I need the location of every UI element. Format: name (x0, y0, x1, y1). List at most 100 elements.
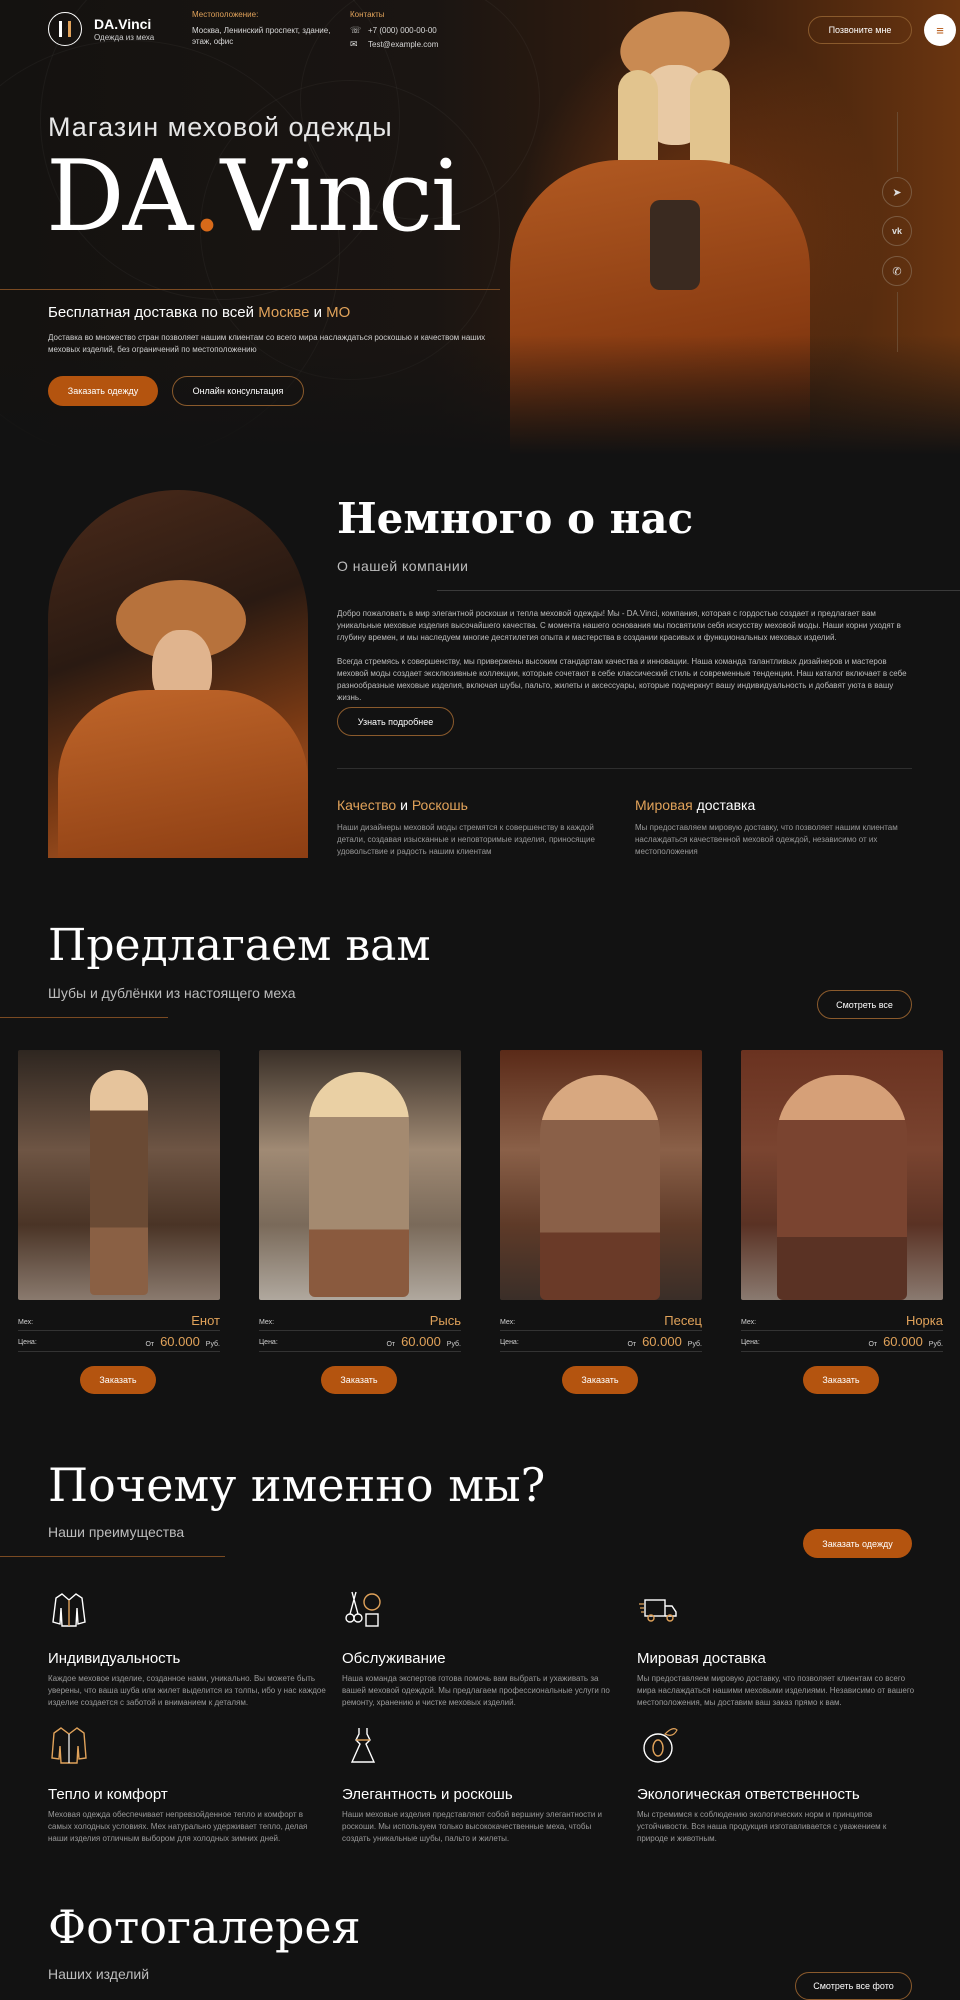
row-divider (18, 1330, 220, 1331)
feature-quality-text: Наши дизайнеры меховой моды стремятся к … (337, 823, 595, 856)
row-divider (18, 1351, 220, 1352)
fur-value: Рысь (429, 1313, 461, 1328)
dress-icon (342, 1724, 622, 1772)
advantage-title: Элегантность и роскошь (342, 1786, 513, 1803)
price-row: От 60.000 Руб. (868, 1334, 943, 1349)
fur-value: Енот (191, 1313, 220, 1328)
order-clothes-button[interactable]: Заказать одежду (48, 376, 158, 406)
feature-delivery-title: Мировая доставка (635, 797, 756, 813)
product-card: Мех: Рысь Цена: От 60.000 Руб. Заказать (259, 1050, 461, 1400)
fur-label: Мех: (500, 1319, 516, 1326)
hero-title-part2: Vinci (220, 140, 463, 254)
product-image[interactable] (18, 1050, 220, 1300)
menu-button[interactable]: ≡ (924, 14, 956, 46)
email-link[interactable]: Test@example.com (368, 40, 438, 49)
location-label: Местоположение: (192, 10, 259, 19)
social-divider-bottom (897, 292, 898, 352)
fur-label: Мех: (741, 1319, 757, 1326)
about-paragraph-2: Всегда стремясь к совершенству, мы приве… (337, 657, 907, 702)
whatsapp-icon[interactable]: ✆ (882, 256, 912, 286)
row-divider (500, 1330, 702, 1331)
tailor-tools-icon (342, 1588, 622, 1636)
about-features-divider (337, 768, 912, 769)
call-me-button[interactable]: Позвоните мне (808, 16, 912, 44)
feature-quality-title: Качество и Роскошь (337, 797, 468, 813)
phone-link[interactable]: +7 (000) 000-00-00 (368, 26, 437, 35)
hero-subtitle: Магазин меховой одежды (48, 112, 393, 142)
eco-icon (637, 1724, 917, 1772)
logo-name: DA.Vinci (94, 16, 152, 32)
advantage-text: Меховая одежда обеспечивает непревзойден… (48, 1810, 308, 1843)
about-paragraph-1: Добро пожаловать в мир элегантной роскош… (337, 609, 901, 642)
fur-label: Мех: (259, 1319, 275, 1326)
offer-divider (0, 1017, 168, 1018)
phone-icon: ☏ (350, 25, 362, 35)
logo-subtitle: Одежда из меха (94, 33, 155, 42)
product-image[interactable] (741, 1050, 943, 1300)
vk-icon[interactable]: vk (882, 216, 912, 246)
row-divider (259, 1351, 461, 1352)
advantage-title: Обслуживание (342, 1650, 446, 1667)
price-label: Цена: (259, 1339, 278, 1346)
view-all-photos-button[interactable]: Смотреть все фото (795, 1972, 912, 2000)
order-button[interactable]: Заказать (803, 1366, 879, 1394)
product-card: Мех: Норка Цена: От 60.000 Руб. Заказать (741, 1050, 943, 1400)
advantage-item: Элегантность и роскошь Наши меховые изде… (342, 1724, 622, 1845)
price-label: Цена: (18, 1339, 37, 1346)
hero-delivery-heading: Бесплатная доставка по всей Москве и МО (48, 304, 351, 321)
advantage-title: Мировая доставка (637, 1650, 766, 1667)
learn-more-button[interactable]: Узнать подробнее (337, 707, 454, 736)
gallery-title: Фотогалерея (48, 1900, 361, 1954)
order-button[interactable]: Заказать (562, 1366, 638, 1394)
hero-model-image (500, 4, 820, 455)
advantage-text: Каждое меховое изделие, созданное нами, … (48, 1674, 326, 1707)
fur-jacket-icon (48, 1588, 328, 1636)
price-row: От 60.000 Руб. (386, 1334, 461, 1349)
hero-title-dot: . (191, 140, 222, 254)
about-title: Немного о нас (337, 494, 694, 543)
advantage-item: Тепло и комфорт Меховая одежда обеспечив… (48, 1724, 328, 1845)
hero-description: Доставка во множество стран позволяет на… (48, 333, 486, 354)
price-label: Цена: (741, 1339, 760, 1346)
order-button[interactable]: Заказать (80, 1366, 156, 1394)
about-subtitle: О нашей компании (337, 558, 469, 574)
order-button[interactable]: Заказать (321, 1366, 397, 1394)
advantage-item: Экологическая ответственность Мы стремим… (637, 1724, 917, 1845)
view-all-button[interactable]: Смотреть все (817, 990, 912, 1019)
row-divider (741, 1330, 943, 1331)
fur-label: Мех: (18, 1319, 34, 1326)
advantage-title: Тепло и комфорт (48, 1786, 168, 1803)
product-image[interactable] (259, 1050, 461, 1300)
logo-icon (48, 12, 82, 46)
offer-title: Предлагаем вам (48, 920, 431, 971)
feature-delivery-text: Мы предоставляем мировую доставку, что п… (635, 823, 898, 856)
advantage-text: Мы стремимся к соблюдению экологических … (637, 1810, 887, 1843)
coat-icon (48, 1724, 328, 1772)
why-title: Почему именно мы? (48, 1458, 546, 1512)
online-consultation-button[interactable]: Онлайн консультация (172, 376, 304, 406)
social-divider (897, 112, 898, 172)
hero-divider (0, 289, 500, 290)
product-image[interactable] (500, 1050, 702, 1300)
price-row: От 60.000 Руб. (145, 1334, 220, 1349)
logo[interactable]: DA.Vinci Одежда из меха (48, 12, 168, 48)
menu-icon: ≡ (936, 22, 944, 38)
price-row: От 60.000 Руб. (627, 1334, 702, 1349)
advantage-text: Наша команда экспертов готова помочь вам… (342, 1674, 610, 1707)
product-card: Мех: Енот Цена: От 60.000 Руб. Заказать (18, 1050, 220, 1400)
row-divider (741, 1351, 943, 1352)
location-value: Москва, Ленинский проспект, здание, этаж… (192, 26, 331, 47)
price-label: Цена: (500, 1339, 519, 1346)
row-divider (259, 1330, 461, 1331)
row-divider (500, 1351, 702, 1352)
fur-value: Песец (664, 1313, 702, 1328)
advantage-item: Индивидуальность Каждое меховое изделие,… (48, 1588, 328, 1709)
advantage-title: Экологическая ответственность (637, 1786, 860, 1803)
about-photo (48, 490, 308, 858)
contacts-label: Контакты (350, 10, 385, 19)
offer-subtitle: Шубы и дублёнки из настоящего меха (48, 985, 296, 1001)
why-order-button[interactable]: Заказать одежду (803, 1529, 912, 1558)
telegram-icon[interactable]: ➤ (882, 177, 912, 207)
mail-icon: ✉ (350, 39, 358, 49)
advantage-item: Мировая доставка Мы предоставляем мирову… (637, 1588, 917, 1709)
